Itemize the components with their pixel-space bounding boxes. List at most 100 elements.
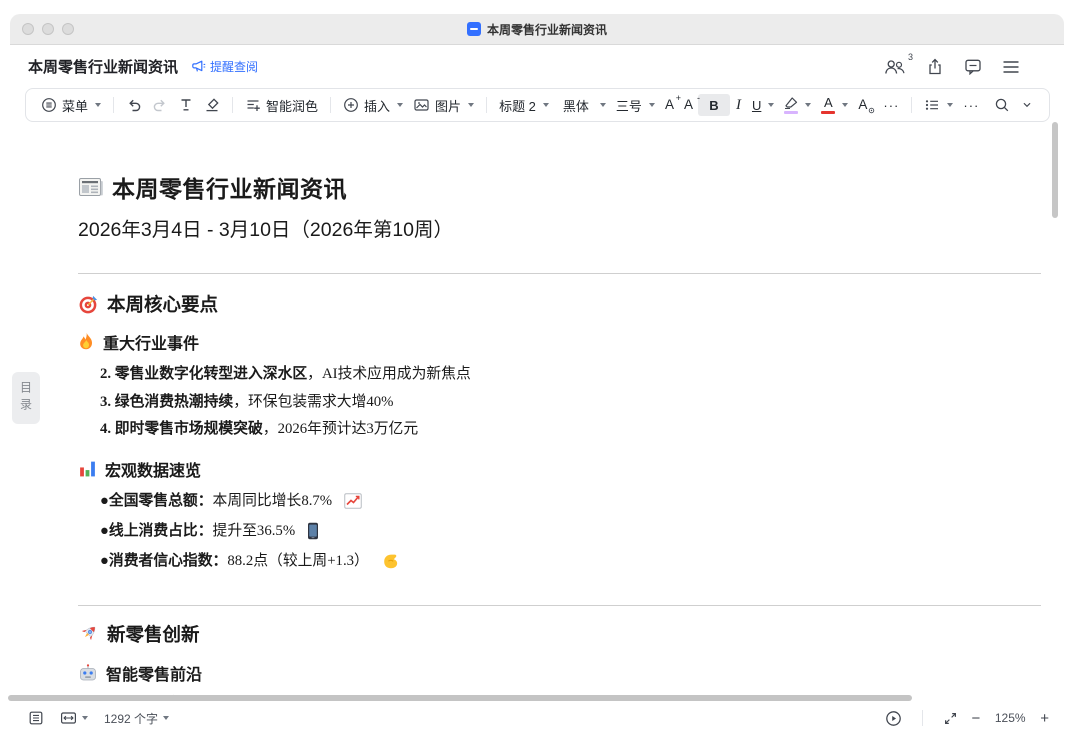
paragraph-style-select[interactable]: 标题 2 bbox=[494, 92, 554, 118]
undo-button[interactable] bbox=[121, 92, 147, 118]
fire-icon bbox=[78, 332, 95, 352]
status-bar: 1292 个字 − 125% + bbox=[0, 703, 1075, 733]
italic-button[interactable]: I bbox=[730, 92, 747, 118]
redo-button[interactable] bbox=[147, 92, 173, 118]
image-label: 图片 bbox=[435, 96, 461, 115]
collaborators-button[interactable]: 3 bbox=[884, 59, 906, 75]
fullscreen-button[interactable] bbox=[943, 711, 958, 726]
page-width-button[interactable] bbox=[60, 710, 88, 726]
more-menu-button[interactable] bbox=[1002, 60, 1020, 74]
decrease-font-button[interactable]: A- bbox=[679, 92, 698, 118]
target-icon bbox=[78, 294, 99, 315]
close-button[interactable] bbox=[22, 23, 34, 35]
list-item[interactable]: 4. 即时零售市场规模突破，2026年预计达3万亿元 bbox=[100, 416, 1041, 444]
section-heading-innovation[interactable]: 新零售创新 bbox=[78, 621, 1041, 647]
zoom-in-button[interactable]: + bbox=[1040, 710, 1049, 727]
image-button[interactable]: 图片 bbox=[408, 92, 479, 118]
collapse-toolbar-button[interactable] bbox=[1015, 92, 1039, 118]
bullet-item[interactable]: ●消费者信心指数：88.2点（较上周+1.3） bbox=[100, 546, 1041, 576]
font-color-swatch bbox=[821, 111, 835, 114]
menu-button[interactable]: 菜单 bbox=[36, 92, 106, 118]
subsection-heading-macro[interactable]: 宏观数据速览 bbox=[78, 457, 1041, 481]
bullet-item[interactable]: ●线上消费占比：提升至36.5% bbox=[100, 516, 1041, 546]
image-icon bbox=[413, 97, 430, 113]
window-title: 本周零售行业新闻资讯 bbox=[487, 21, 607, 38]
robot-icon bbox=[78, 664, 98, 682]
search-icon bbox=[994, 97, 1010, 113]
chevron-down-icon bbox=[649, 103, 655, 107]
horizontal-scrollbar[interactable] bbox=[8, 695, 912, 701]
bullet-list-button[interactable] bbox=[919, 92, 958, 118]
undo-icon bbox=[126, 97, 142, 113]
chevron-down-icon bbox=[1020, 98, 1034, 112]
subsection-heading-events[interactable]: 重大行业事件 bbox=[78, 330, 1041, 354]
bullet-item[interactable]: ●全国零售总额：本周同比增长8.7% bbox=[100, 486, 1041, 516]
document-icon bbox=[467, 22, 481, 36]
divider bbox=[330, 97, 331, 113]
play-circle-icon bbox=[885, 710, 902, 727]
smart-polish-button[interactable]: 智能润色 bbox=[240, 92, 323, 118]
font-color-button[interactable]: A bbox=[816, 92, 853, 118]
insert-label: 插入 bbox=[364, 96, 390, 115]
divider bbox=[486, 97, 487, 113]
smart-polish-label: 智能润色 bbox=[266, 96, 318, 115]
maximize-button[interactable] bbox=[62, 23, 74, 35]
doc-date-range[interactable]: 2026年3月4日 - 3月10日（2026年第10周） bbox=[78, 213, 1041, 242]
chevron-down-icon bbox=[768, 103, 774, 107]
newspaper-icon bbox=[78, 176, 104, 198]
mobile-phone-icon bbox=[307, 522, 319, 540]
toolbar: 菜单 智能润色 插入 bbox=[25, 88, 1050, 122]
chart-up-icon bbox=[344, 493, 362, 509]
text-effects-button[interactable]: A bbox=[853, 92, 872, 118]
paragraph-style-value: 标题 2 bbox=[499, 96, 536, 115]
divider bbox=[113, 97, 114, 113]
font-size-value: 三号 bbox=[616, 96, 642, 115]
chevron-down-icon bbox=[600, 103, 606, 107]
font-name-select[interactable]: 黑体 bbox=[558, 92, 611, 118]
word-count-button[interactable]: 1292 个字 bbox=[104, 710, 169, 727]
chevron-down-icon bbox=[805, 103, 811, 107]
smart-polish-icon bbox=[245, 97, 261, 113]
vertical-scrollbar[interactable] bbox=[1052, 122, 1058, 218]
search-button[interactable] bbox=[989, 92, 1015, 118]
more-tools-button[interactable]: ··· bbox=[958, 92, 984, 118]
present-mode-button[interactable] bbox=[885, 710, 902, 727]
share-button[interactable] bbox=[926, 58, 944, 76]
font-size-select[interactable]: 三号 bbox=[611, 92, 660, 118]
section-heading-core[interactable]: 本周核心要点 bbox=[78, 291, 1041, 317]
highlight-color-button[interactable] bbox=[779, 92, 816, 118]
list-item[interactable]: 2. 零售业数字化转型进入深水区，AI技术应用成为新焦点 bbox=[100, 361, 1041, 389]
bold-button[interactable]: B bbox=[698, 94, 730, 116]
insert-button[interactable]: 插入 bbox=[338, 92, 408, 118]
bullet-list-icon bbox=[924, 97, 940, 113]
divider bbox=[922, 710, 923, 726]
fullscreen-icon bbox=[943, 711, 958, 726]
format-painter-icon bbox=[178, 97, 194, 113]
more-format-button[interactable]: ··· bbox=[878, 92, 904, 118]
highlight-color-swatch bbox=[784, 111, 798, 114]
minimize-button[interactable] bbox=[42, 23, 54, 35]
chevron-down-icon bbox=[842, 103, 848, 107]
zoom-out-button[interactable]: − bbox=[971, 710, 980, 727]
horizontal-rule bbox=[78, 605, 1041, 606]
circle-menu-icon bbox=[41, 97, 57, 113]
doc-heading-1[interactable]: 本周零售行业新闻资讯 bbox=[78, 170, 1041, 204]
subsection-heading-smart[interactable]: 智能零售前沿 bbox=[78, 661, 1041, 685]
bar-chart-icon bbox=[78, 459, 97, 478]
comment-button[interactable] bbox=[964, 58, 982, 75]
zoom-level[interactable]: 125% bbox=[993, 711, 1027, 725]
format-painter-button[interactable] bbox=[173, 92, 199, 118]
traffic-lights bbox=[22, 23, 74, 35]
eraser-icon bbox=[204, 97, 220, 113]
underline-button[interactable]: U bbox=[747, 92, 779, 118]
megaphone-icon bbox=[192, 60, 206, 73]
clear-format-button[interactable] bbox=[199, 92, 225, 118]
outline-toggle-button[interactable] bbox=[28, 710, 44, 726]
remind-review-button[interactable]: 提醒查阅 bbox=[192, 58, 258, 75]
list-item[interactable]: 3. 绿色消费热潮持续，环保包装需求大增40% bbox=[100, 389, 1041, 417]
word-count-value: 1292 个字 bbox=[104, 710, 158, 727]
increase-font-button[interactable]: A+ bbox=[660, 92, 679, 118]
document-canvas[interactable]: 本周零售行业新闻资讯 2026年3月4日 - 3月10日（2026年第10周） … bbox=[0, 125, 1075, 695]
toc-tab[interactable]: 目录 bbox=[12, 372, 40, 424]
window-titlebar: 本周零售行业新闻资讯 bbox=[10, 14, 1064, 45]
